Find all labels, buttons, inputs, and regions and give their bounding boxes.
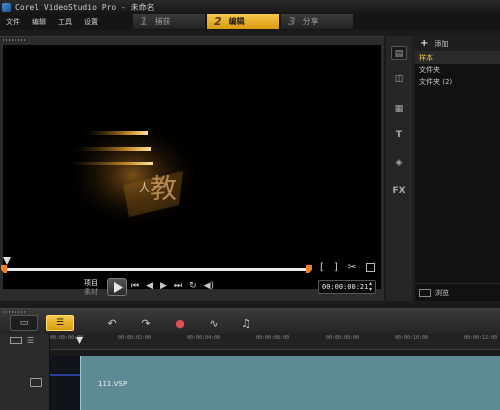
browse-label: 浏览: [435, 288, 449, 297]
auto-music-icon[interactable]: ♫: [238, 317, 254, 331]
clip-mode-label[interactable]: 素材: [84, 288, 98, 297]
fx-icon[interactable]: FX: [391, 184, 407, 198]
ruler-tick-label: 00:00:12:00: [464, 335, 498, 341]
transport-controls: ⏮ ◀ ▶ ⏭ ↻ ◀): [131, 281, 214, 291]
video-track[interactable]: 111.VSP: [50, 356, 500, 410]
enlarge-preview-icon[interactable]: [366, 263, 376, 272]
ruler-tick-label: 00:00:10:00: [395, 335, 429, 341]
sound-mixer-icon[interactable]: ∿: [206, 317, 222, 331]
step-share-tab[interactable]: 3 分享: [281, 14, 353, 29]
redo-icon[interactable]: ↷: [138, 317, 154, 331]
light-streak: [67, 162, 153, 165]
split-clip-icon[interactable]: ✂: [348, 262, 356, 273]
panel-grip[interactable]: [3, 39, 27, 41]
mode-switch[interactable]: 项目 素材: [84, 279, 98, 297]
preview-window: 人 教: [3, 45, 381, 289]
window-title: Corel VideoStudio Pro - 未命名: [15, 2, 155, 12]
ruler-tick-label: 00:00:04:00: [187, 335, 221, 341]
step-label: 编辑: [228, 17, 245, 26]
timeline-view-button[interactable]: ☰: [46, 315, 74, 331]
browse-button[interactable]: 浏览: [415, 283, 500, 301]
timecode-display[interactable]: 00:00:00:21: [318, 280, 376, 294]
ruler-tick-label: 00:00:02:00: [118, 335, 152, 341]
library-panel: ▤ ◫ ▦ T ◈ FX + 添加 样本 文件夹 文件夹 (2) 浏览: [386, 36, 500, 301]
menu-edit[interactable]: 编辑: [26, 17, 52, 27]
volume-icon[interactable]: ◀): [204, 281, 214, 291]
play-button[interactable]: [107, 278, 127, 296]
video-track-icon: [30, 378, 42, 387]
storyboard-view-button[interactable]: ▭: [10, 315, 38, 331]
workflow-steps: 1 捕获 2 编辑 3 分享: [133, 14, 355, 30]
repeat-icon[interactable]: ↻: [189, 281, 197, 291]
next-frame-icon[interactable]: ▶: [160, 281, 167, 291]
scrubber[interactable]: [1, 265, 312, 273]
app-icon: [2, 2, 11, 12]
step-number: 3: [288, 15, 296, 28]
scrub-track: [4, 268, 310, 271]
mark-out-button[interactable]: ]: [334, 262, 338, 273]
mark-in-button[interactable]: [: [320, 262, 324, 273]
title-icon[interactable]: T: [391, 128, 407, 142]
light-streak: [73, 147, 151, 151]
step-capture-tab[interactable]: 1 捕获: [133, 14, 205, 29]
overlay-title-char: 教: [150, 174, 177, 205]
timeline-clip[interactable]: 111.VSP: [80, 356, 500, 410]
record-capture-icon[interactable]: ●: [172, 317, 188, 331]
title-bar: Corel VideoStudio Pro - 未命名: [0, 0, 500, 14]
clip-label: 111.VSP: [98, 380, 128, 388]
menu-bar: 文件 编辑 工具 设置 1 捕获 2 编辑 3 分享: [0, 14, 500, 30]
step-edit-tab[interactable]: 2 编辑: [207, 14, 279, 29]
step-label: 捕获: [154, 17, 171, 26]
project-mode-label[interactable]: 项目: [84, 279, 98, 288]
menu-settings[interactable]: 设置: [78, 17, 104, 27]
previous-frame-icon[interactable]: ◀: [146, 281, 153, 291]
ruler-tick-label: 00:00:08:00: [326, 335, 360, 341]
timeline-ruler[interactable]: 00:00:00:00 00:00:02:00 00:00:04:00 00:0…: [50, 334, 500, 350]
track-header: ☰: [0, 334, 50, 410]
light-streak: [83, 131, 148, 135]
step-label: 分享: [302, 17, 319, 26]
folder-item[interactable]: 文件夹: [415, 64, 500, 76]
library-toolbar: ▤ ◫ ▦ T ◈ FX: [386, 36, 412, 301]
play-icon: [114, 282, 123, 293]
timeline: ☰ 00:00:00:00 00:00:02:00 00:00:04:00 00…: [0, 334, 500, 410]
timecode-stepper-icon[interactable]: ▴ ▾: [369, 281, 372, 293]
transition-icon[interactable]: ◫: [391, 72, 407, 86]
add-folder-button[interactable]: + 添加: [415, 36, 500, 52]
overlay-small-char: 人: [139, 181, 150, 194]
menu-tools[interactable]: 工具: [52, 17, 78, 27]
track-manager-icon[interactable]: [10, 337, 22, 344]
track-marker: [50, 374, 80, 376]
add-folder-label: 添加: [434, 39, 449, 48]
timecode-value: 00:00:00:21: [322, 283, 369, 291]
step-number: 1: [140, 15, 148, 28]
folder-item[interactable]: 样本: [415, 52, 500, 64]
timeline-toolbar: ▭ ☰ ↶ ↷ ● ∿ ♫: [0, 308, 500, 334]
preview-frame: 人 教: [63, 120, 203, 230]
media-library-icon[interactable]: ▤: [391, 46, 407, 60]
menu-file[interactable]: 文件: [0, 17, 26, 27]
undo-icon[interactable]: ↶: [104, 317, 120, 331]
browse-icon: [419, 288, 431, 297]
go-to-end-icon[interactable]: ⏭: [174, 281, 182, 291]
list-icon[interactable]: ☰: [27, 337, 34, 345]
go-to-start-icon[interactable]: ⏮: [131, 281, 139, 291]
graphics-icon[interactable]: ▦: [391, 102, 407, 116]
folder-item[interactable]: 文件夹 (2): [415, 76, 500, 88]
step-number: 2: [214, 15, 222, 28]
library-folder-list: + 添加 样本 文件夹 文件夹 (2) 浏览: [415, 36, 500, 301]
mark-controls: [ ] ✂: [320, 262, 376, 273]
panel-grip[interactable]: [3, 311, 27, 313]
plus-icon: +: [420, 38, 429, 49]
ruler-tick-label: 00:00:06:00: [256, 335, 290, 341]
filter-icon[interactable]: ◈: [391, 156, 407, 170]
